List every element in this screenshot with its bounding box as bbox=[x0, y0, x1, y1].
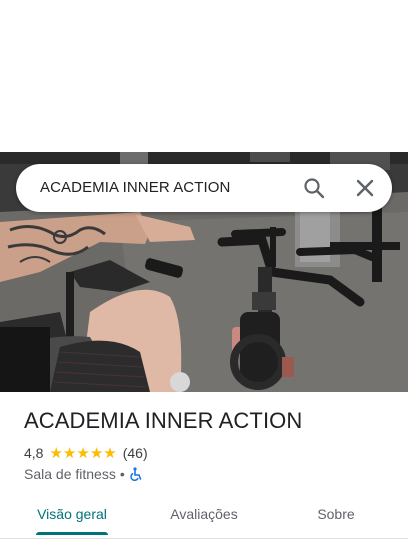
rating-value: 4,8 bbox=[24, 445, 44, 461]
star-icon: ★ bbox=[103, 444, 117, 462]
place-tabs: Visão geral Avaliações Sobre bbox=[0, 496, 408, 536]
category-row: Sala de fitness • bbox=[24, 465, 143, 483]
star-rating: ★ ★ ★ ★ ★ bbox=[49, 446, 116, 461]
wheelchair-icon bbox=[129, 467, 143, 482]
map-background bbox=[0, 0, 408, 152]
tab-about[interactable]: Sobre bbox=[296, 496, 376, 536]
search-bar[interactable]: ACADEMIA INNER ACTION bbox=[16, 164, 392, 212]
star-icon: ★ bbox=[49, 444, 63, 462]
review-count[interactable]: (46) bbox=[123, 445, 148, 461]
search-input[interactable]: ACADEMIA INNER ACTION bbox=[40, 164, 230, 212]
rating-row[interactable]: 4,8 ★ ★ ★ ★ ★ (46) bbox=[24, 444, 148, 462]
close-icon[interactable] bbox=[353, 176, 377, 200]
place-title: ACADEMIA INNER ACTION bbox=[24, 408, 303, 433]
divider bbox=[0, 538, 408, 539]
search-icon[interactable] bbox=[302, 176, 326, 200]
active-tab-indicator bbox=[36, 532, 108, 535]
star-icon: ★ bbox=[89, 444, 104, 462]
separator-dot: • bbox=[119, 466, 125, 482]
star-icon: ★ bbox=[62, 444, 77, 462]
tab-overview[interactable]: Visão geral bbox=[24, 496, 120, 536]
tab-reviews[interactable]: Avaliações bbox=[152, 496, 256, 536]
place-category: Sala de fitness bbox=[24, 466, 116, 482]
star-icon: ★ bbox=[76, 444, 90, 462]
